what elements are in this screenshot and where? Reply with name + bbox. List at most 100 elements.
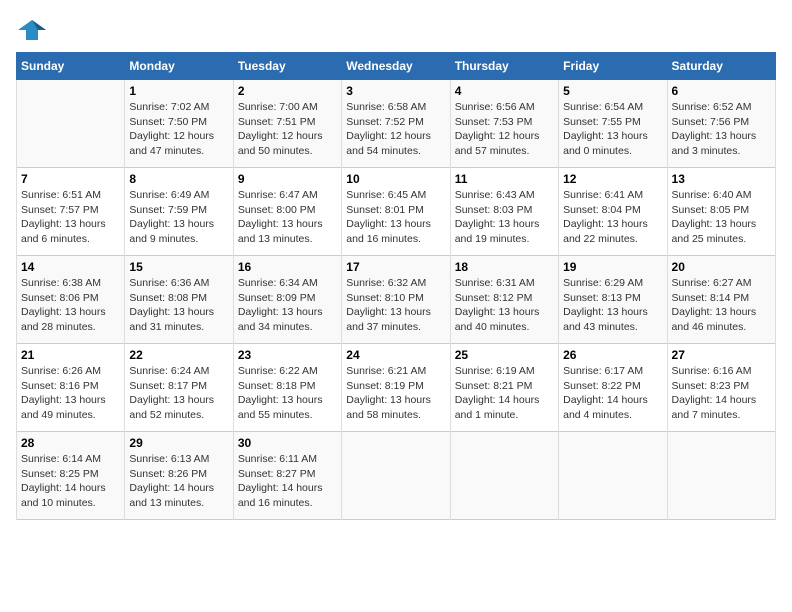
day-detail: Sunrise: 6:16 AM Sunset: 8:23 PM Dayligh… [672,364,771,423]
day-detail: Sunrise: 6:58 AM Sunset: 7:52 PM Dayligh… [346,100,445,159]
calendar-body: 1 Sunrise: 7:02 AM Sunset: 7:50 PM Daylig… [17,80,776,520]
day-detail: Sunrise: 6:24 AM Sunset: 8:17 PM Dayligh… [129,364,228,423]
day-detail: Sunrise: 6:26 AM Sunset: 8:16 PM Dayligh… [21,364,120,423]
day-cell: 3Sunrise: 6:58 AM Sunset: 7:52 PM Daylig… [342,80,450,168]
day-detail: Sunrise: 7:00 AM Sunset: 7:51 PM Dayligh… [238,100,337,159]
day-number: 2 [238,84,337,98]
day-detail: Sunrise: 6:40 AM Sunset: 8:05 PM Dayligh… [672,188,771,247]
header-cell-saturday: Saturday [667,53,775,80]
day-cell: 19 Sunrise: 6:29 AM Sunset: 8:13 PM Dayli… [559,256,667,344]
day-cell [559,432,667,520]
day-number: 24 [346,348,445,362]
day-number: 20 [672,260,771,274]
day-cell: 28 Sunrise: 6:14 AM Sunset: 8:25 PM Dayli… [17,432,125,520]
day-cell: 27Sunrise: 6:16 AM Sunset: 8:23 PM Dayli… [667,344,775,432]
day-number: 26 [563,348,662,362]
day-number: 16 [238,260,337,274]
day-number: 18 [455,260,554,274]
day-cell: 13Sunrise: 6:40 AM Sunset: 8:05 PM Dayli… [667,168,775,256]
day-cell: 8 Sunrise: 6:49 AM Sunset: 7:59 PM Daylig… [125,168,233,256]
day-number: 5 [563,84,662,98]
day-number: 9 [238,172,337,186]
day-number: 10 [346,172,445,186]
day-cell: 2 Sunrise: 7:00 AM Sunset: 7:51 PM Daylig… [233,80,341,168]
day-detail: Sunrise: 6:13 AM Sunset: 8:26 PM Dayligh… [129,452,228,511]
day-cell: 5 Sunrise: 6:54 AM Sunset: 7:55 PM Daylig… [559,80,667,168]
header-cell-wednesday: Wednesday [342,53,450,80]
header-cell-friday: Friday [559,53,667,80]
day-cell: 22Sunrise: 6:24 AM Sunset: 8:17 PM Dayli… [125,344,233,432]
day-cell: 21 Sunrise: 6:26 AM Sunset: 8:16 PM Dayli… [17,344,125,432]
day-cell: 9 Sunrise: 6:47 AM Sunset: 8:00 PM Daylig… [233,168,341,256]
day-cell: 29 Sunrise: 6:13 AM Sunset: 8:26 PM Dayli… [125,432,233,520]
day-number: 29 [129,436,228,450]
day-detail: Sunrise: 6:43 AM Sunset: 8:03 PM Dayligh… [455,188,554,247]
day-detail: Sunrise: 6:14 AM Sunset: 8:25 PM Dayligh… [21,452,120,511]
day-detail: Sunrise: 6:51 AM Sunset: 7:57 PM Dayligh… [21,188,120,247]
day-detail: Sunrise: 6:29 AM Sunset: 8:13 PM Dayligh… [563,276,662,335]
day-number: 15 [129,260,228,274]
day-detail: Sunrise: 6:17 AM Sunset: 8:22 PM Dayligh… [563,364,662,423]
day-detail: Sunrise: 6:47 AM Sunset: 8:00 PM Dayligh… [238,188,337,247]
day-number: 21 [21,348,120,362]
header-cell-tuesday: Tuesday [233,53,341,80]
day-number: 1 [129,84,228,98]
day-number: 8 [129,172,228,186]
header-cell-monday: Monday [125,53,233,80]
day-cell: 18 Sunrise: 6:31 AM Sunset: 8:12 PM Dayli… [450,256,558,344]
logo-icon [16,16,48,44]
week-row-1: 1 Sunrise: 7:02 AM Sunset: 7:50 PM Daylig… [17,80,776,168]
calendar-table: SundayMondayTuesdayWednesdayThursdayFrid… [16,52,776,520]
day-cell [342,432,450,520]
day-number: 19 [563,260,662,274]
day-detail: Sunrise: 6:52 AM Sunset: 7:56 PM Dayligh… [672,100,771,159]
day-detail: Sunrise: 6:22 AM Sunset: 8:18 PM Dayligh… [238,364,337,423]
day-cell: 20 Sunrise: 6:27 AM Sunset: 8:14 PM Dayli… [667,256,775,344]
day-detail: Sunrise: 7:02 AM Sunset: 7:50 PM Dayligh… [129,100,228,159]
day-detail: Sunrise: 6:11 AM Sunset: 8:27 PM Dayligh… [238,452,337,511]
day-cell [450,432,558,520]
day-number: 17 [346,260,445,274]
day-cell: 1 Sunrise: 7:02 AM Sunset: 7:50 PM Daylig… [125,80,233,168]
day-number: 28 [21,436,120,450]
day-number: 14 [21,260,120,274]
day-cell: 16 Sunrise: 6:34 AM Sunset: 8:09 PM Dayli… [233,256,341,344]
week-row-5: 28 Sunrise: 6:14 AM Sunset: 8:25 PM Dayli… [17,432,776,520]
day-cell [17,80,125,168]
day-detail: Sunrise: 6:38 AM Sunset: 8:06 PM Dayligh… [21,276,120,335]
day-number: 6 [672,84,771,98]
day-detail: Sunrise: 6:54 AM Sunset: 7:55 PM Dayligh… [563,100,662,159]
day-cell: 24 Sunrise: 6:21 AM Sunset: 8:19 PM Dayli… [342,344,450,432]
header-row: SundayMondayTuesdayWednesdayThursdayFrid… [17,53,776,80]
page-header [16,16,776,44]
day-number: 25 [455,348,554,362]
day-detail: Sunrise: 6:34 AM Sunset: 8:09 PM Dayligh… [238,276,337,335]
week-row-3: 14 Sunrise: 6:38 AM Sunset: 8:06 PM Dayli… [17,256,776,344]
day-detail: Sunrise: 6:21 AM Sunset: 8:19 PM Dayligh… [346,364,445,423]
day-cell: 15 Sunrise: 6:36 AM Sunset: 8:08 PM Dayli… [125,256,233,344]
day-cell: 12 Sunrise: 6:41 AM Sunset: 8:04 PM Dayli… [559,168,667,256]
day-cell [667,432,775,520]
day-number: 23 [238,348,337,362]
day-detail: Sunrise: 6:31 AM Sunset: 8:12 PM Dayligh… [455,276,554,335]
day-detail: Sunrise: 6:27 AM Sunset: 8:14 PM Dayligh… [672,276,771,335]
header-cell-sunday: Sunday [17,53,125,80]
day-number: 4 [455,84,554,98]
day-cell: 6 Sunrise: 6:52 AM Sunset: 7:56 PM Daylig… [667,80,775,168]
logo [16,16,52,44]
week-row-2: 7Sunrise: 6:51 AM Sunset: 7:57 PM Daylig… [17,168,776,256]
day-detail: Sunrise: 6:36 AM Sunset: 8:08 PM Dayligh… [129,276,228,335]
day-detail: Sunrise: 6:49 AM Sunset: 7:59 PM Dayligh… [129,188,228,247]
day-cell: 26 Sunrise: 6:17 AM Sunset: 8:22 PM Dayli… [559,344,667,432]
day-detail: Sunrise: 6:41 AM Sunset: 8:04 PM Dayligh… [563,188,662,247]
day-number: 12 [563,172,662,186]
day-detail: Sunrise: 6:45 AM Sunset: 8:01 PM Dayligh… [346,188,445,247]
day-detail: Sunrise: 6:19 AM Sunset: 8:21 PM Dayligh… [455,364,554,423]
day-number: 11 [455,172,554,186]
day-detail: Sunrise: 6:32 AM Sunset: 8:10 PM Dayligh… [346,276,445,335]
day-cell: 17 Sunrise: 6:32 AM Sunset: 8:10 PM Dayli… [342,256,450,344]
week-row-4: 21 Sunrise: 6:26 AM Sunset: 8:16 PM Dayli… [17,344,776,432]
day-cell: 4Sunrise: 6:56 AM Sunset: 7:53 PM Daylig… [450,80,558,168]
day-cell: 14 Sunrise: 6:38 AM Sunset: 8:06 PM Dayli… [17,256,125,344]
day-cell: 7Sunrise: 6:51 AM Sunset: 7:57 PM Daylig… [17,168,125,256]
